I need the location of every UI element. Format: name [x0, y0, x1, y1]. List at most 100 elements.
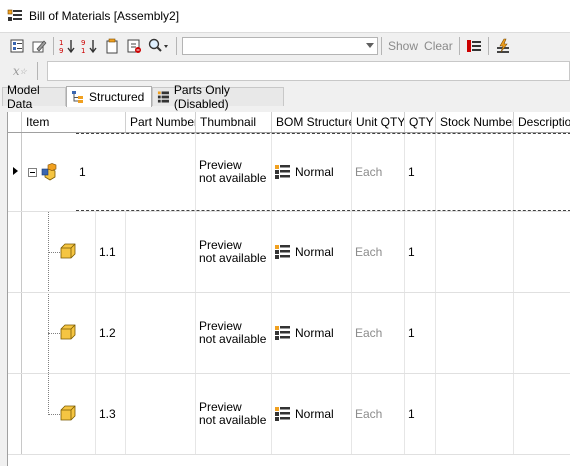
tree-connector	[48, 414, 60, 415]
item-number: 1.2	[99, 326, 116, 340]
bom-window-icon	[7, 9, 22, 21]
qty-value: 1	[408, 245, 415, 259]
clipboard-button[interactable]	[101, 35, 123, 57]
edit-icon	[32, 40, 47, 53]
table-row[interactable]: 1.3 Preview not available Normal Each 1	[8, 374, 570, 455]
column-chooser-icon	[466, 40, 481, 52]
table-row[interactable]: 1.1 Preview not available Normal Each 1	[8, 212, 570, 293]
show-button[interactable]: Show	[385, 39, 421, 53]
sort-descending-icon: 9 1	[81, 39, 97, 54]
column-header-part-number[interactable]: Part Number	[126, 112, 196, 132]
view-options-button[interactable]	[6, 35, 28, 57]
cell-bom-structure[interactable]: Normal	[272, 212, 352, 292]
structured-icon	[72, 91, 83, 103]
bom-normal-icon	[275, 165, 290, 179]
item-number: 1.1	[99, 245, 116, 259]
column-header-unit-qty[interactable]: Unit QTY	[352, 112, 405, 132]
cell-thumbnail: Preview not available	[196, 212, 272, 292]
export-button[interactable]	[123, 35, 145, 57]
column-header-item[interactable]: Item	[22, 112, 126, 132]
toolbar-separator	[381, 37, 382, 55]
find-icon	[148, 38, 168, 52]
tab-label: Structured	[89, 90, 145, 104]
svg-text:9: 9	[81, 39, 85, 47]
qty-value: 1	[408, 326, 415, 340]
cell-stock-number[interactable]	[436, 212, 514, 292]
toolbar-separator	[487, 37, 489, 55]
svg-text:1: 1	[59, 39, 63, 47]
row-selector[interactable]	[8, 212, 22, 292]
current-row-arrow-icon	[13, 167, 18, 175]
bom-structure-value: Normal	[295, 326, 334, 340]
cell-description[interactable]	[514, 212, 570, 292]
cell-bom-structure[interactable]: Normal	[272, 293, 352, 373]
sort-descending-button[interactable]: 9 1	[79, 35, 101, 57]
function-icon[interactable]: x ☆	[6, 61, 34, 81]
column-header-bom-structure[interactable]: BOM Structure	[272, 112, 352, 132]
cell-description[interactable]	[514, 293, 570, 373]
cell-stock-number[interactable]	[436, 374, 514, 454]
cell-item: 1.3	[95, 374, 126, 454]
cell-description[interactable]	[514, 374, 570, 454]
window-title: Bill of Materials [Assembly2]	[29, 9, 180, 23]
column-header-stock-number[interactable]: Stock Number	[436, 112, 514, 132]
column-header-thumbnail[interactable]: Thumbnail	[196, 112, 272, 132]
toolbar-separator	[36, 62, 38, 80]
cell-stock-number[interactable]	[436, 133, 514, 211]
qty-value: 1	[408, 165, 415, 179]
table-row[interactable]: 1 Preview not available Normal Each 1	[8, 133, 570, 212]
formula-input[interactable]	[46, 61, 570, 81]
cell-unit-qty: Each	[352, 133, 405, 211]
unit-qty-value: Each	[355, 245, 383, 259]
toolbar-separator	[176, 37, 177, 55]
cell-item: 1.1	[95, 212, 126, 292]
filter-combo[interactable]	[182, 37, 378, 55]
bom-tabs: Model Data Structured Parts Only (Disabl…	[0, 83, 570, 111]
item-number: 1.3	[99, 407, 116, 421]
cell-part-number[interactable]	[126, 212, 196, 292]
cell-stock-number[interactable]	[436, 293, 514, 373]
clear-button[interactable]: Clear	[421, 39, 456, 53]
bom-normal-icon	[275, 245, 290, 259]
cell-bom-structure[interactable]: Normal	[272, 374, 352, 454]
cell-bom-structure[interactable]: Normal	[272, 133, 352, 211]
table-row[interactable]: 1.2 Preview not available Normal Each 1	[8, 293, 570, 374]
cell-part-number[interactable]	[126, 293, 196, 373]
cell-qty[interactable]: 1	[405, 293, 436, 373]
thumbnail-text: Preview	[199, 238, 242, 252]
thumbnail-text: Preview	[199, 158, 242, 172]
settings-button[interactable]	[492, 35, 514, 57]
chevron-down-icon[interactable]	[366, 43, 374, 48]
row-selector[interactable]	[8, 374, 22, 454]
row-header-corner	[8, 112, 22, 132]
tab-structured[interactable]: Structured	[66, 86, 152, 107]
parts-list-icon	[157, 91, 169, 103]
sort-ascending-icon: 1 9	[59, 39, 75, 54]
svg-text:9: 9	[59, 47, 63, 54]
qty-value: 1	[408, 407, 415, 421]
column-header-description[interactable]: Description	[514, 112, 570, 132]
edit-button[interactable]	[28, 35, 50, 57]
unit-qty-value: Each	[355, 326, 383, 340]
cell-qty[interactable]: 1	[405, 212, 436, 292]
find-button[interactable]	[145, 35, 173, 57]
cell-thumbnail: Preview not available	[196, 374, 272, 454]
cell-qty[interactable]: 1	[405, 374, 436, 454]
cell-description[interactable]	[514, 133, 570, 211]
tab-parts-only[interactable]: Parts Only (Disabled)	[152, 83, 284, 111]
cell-qty[interactable]: 1	[405, 133, 436, 211]
cell-part-number[interactable]	[126, 133, 196, 211]
cell-unit-qty: Each	[352, 293, 405, 373]
toolbar-separator	[53, 37, 54, 55]
collapse-icon[interactable]	[28, 168, 37, 177]
cell-thumbnail: Preview not available	[196, 293, 272, 373]
column-header-qty[interactable]: QTY	[405, 112, 436, 132]
row-selector[interactable]	[8, 293, 22, 373]
bom-normal-icon	[275, 407, 290, 421]
column-chooser-button[interactable]	[463, 35, 485, 57]
cell-part-number[interactable]	[126, 374, 196, 454]
tab-model-data[interactable]: Model Data	[2, 83, 66, 111]
thumbnail-text: not available	[199, 413, 267, 427]
tab-label: Parts Only (Disabled)	[173, 83, 230, 111]
sort-ascending-button[interactable]: 1 9	[57, 35, 79, 57]
